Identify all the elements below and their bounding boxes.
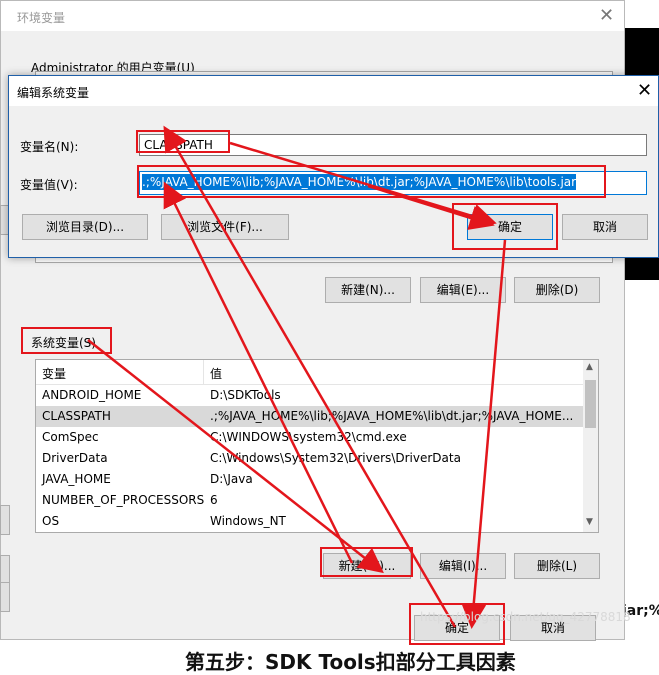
- table-row[interactable]: DriverData C:\Windows\System32\Drivers\D…: [36, 448, 584, 469]
- variable-value-input[interactable]: .;%JAVA_HOME%\lib;%JAVA_HOME%\lib\dt.jar…: [139, 171, 647, 195]
- close-icon[interactable]: ✕: [599, 5, 614, 26]
- edit-dialog-titlebar: 编辑系统变量 ✕: [9, 76, 658, 106]
- row-variable-name: CLASSPATH: [42, 409, 111, 423]
- obscured-button[interactable]: [0, 582, 10, 612]
- obscured-button[interactable]: [0, 505, 10, 535]
- system-delete-button[interactable]: 删除(L): [514, 553, 600, 579]
- variable-value-selected-text: .;%JAVA_HOME%\lib;%JAVA_HOME%\lib\dt.jar…: [142, 174, 577, 190]
- row-variable-name: OS: [42, 514, 60, 528]
- table-row-selected[interactable]: CLASSPATH .;%JAVA_HOME%\lib;%JAVA_HOME%\…: [36, 406, 584, 427]
- scrollbar-thumb[interactable]: [585, 380, 596, 428]
- edit-ok-button[interactable]: 确定: [467, 214, 553, 240]
- row-variable-value: .;%JAVA_HOME%\lib;%JAVA_HOME%\lib\dt.jar…: [210, 409, 574, 423]
- watermark-text: https://blog.csdn.net/qq_42778818: [420, 610, 631, 624]
- table-row[interactable]: OS Windows_NT: [36, 511, 584, 532]
- variable-value-label: 变量值(V):: [20, 178, 78, 192]
- row-variable-value: D:\SDKTools: [210, 388, 281, 402]
- background-heading: 第五步：SDK Tools扣部分工具因素: [185, 650, 516, 674]
- row-variable-value: C:\Windows\System32\Drivers\DriverData: [210, 451, 461, 465]
- column-divider[interactable]: [203, 360, 204, 384]
- variable-name-input[interactable]: CLASSPATH: [139, 134, 647, 156]
- variable-name-label: 变量名(N):: [20, 140, 79, 154]
- column-header-value[interactable]: 值: [210, 365, 222, 382]
- row-variable-name: ComSpec: [42, 430, 99, 444]
- edit-system-variable-dialog: 编辑系统变量 ✕ 变量名(N): CLASSPATH 变量值(V): .;%JA…: [8, 75, 659, 258]
- edit-cancel-button[interactable]: 取消: [562, 214, 648, 240]
- row-variable-name: JAVA_HOME: [42, 472, 111, 486]
- obscured-button[interactable]: [0, 555, 10, 585]
- env-window-title: 环境变量: [17, 11, 66, 25]
- user-delete-button[interactable]: 删除(D): [514, 277, 600, 303]
- row-variable-value: C:\WINDOWS\system32\cmd.exe: [210, 430, 407, 444]
- edit-dialog-title: 编辑系统变量: [17, 86, 90, 100]
- system-variables-label: 系统变量(S): [31, 336, 96, 350]
- env-titlebar: 环境变量 ✕: [1, 1, 624, 31]
- system-edit-button[interactable]: 编辑(I)...: [420, 553, 506, 579]
- scroll-down-icon[interactable]: ▼: [586, 517, 593, 527]
- browse-directory-button[interactable]: 浏览目录(D)...: [22, 214, 148, 240]
- browse-file-button[interactable]: 浏览文件(F)...: [161, 214, 289, 240]
- row-variable-value: D:\Java: [210, 472, 253, 486]
- table-row[interactable]: JAVA_HOME D:\Java: [36, 469, 584, 490]
- close-icon[interactable]: ✕: [637, 80, 652, 101]
- vertical-scrollbar[interactable]: ▲ ▼: [583, 360, 598, 532]
- table-row[interactable]: NUMBER_OF_PROCESSORS 6: [36, 490, 584, 511]
- user-new-button[interactable]: 新建(N)...: [325, 277, 411, 303]
- system-new-button[interactable]: 新建(W)...: [323, 553, 411, 579]
- row-variable-value: Windows_NT: [210, 514, 286, 528]
- row-variable-name: ANDROID_HOME: [42, 388, 142, 402]
- row-variable-name: NUMBER_OF_PROCESSORS: [42, 493, 205, 507]
- table-row[interactable]: ANDROID_HOME D:\SDKTools: [36, 385, 584, 406]
- table-header: 变量 值: [36, 360, 584, 385]
- scroll-up-icon[interactable]: ▲: [586, 362, 593, 372]
- user-edit-button[interactable]: 编辑(E)...: [420, 277, 506, 303]
- system-variables-table[interactable]: 变量 值 ANDROID_HOME D:\SDKTools CLASSPATH …: [35, 359, 599, 533]
- row-variable-value: 6: [210, 493, 218, 507]
- table-row[interactable]: ComSpec C:\WINDOWS\system32\cmd.exe: [36, 427, 584, 448]
- row-variable-name: DriverData: [42, 451, 108, 465]
- column-header-variable[interactable]: 变量: [42, 365, 66, 382]
